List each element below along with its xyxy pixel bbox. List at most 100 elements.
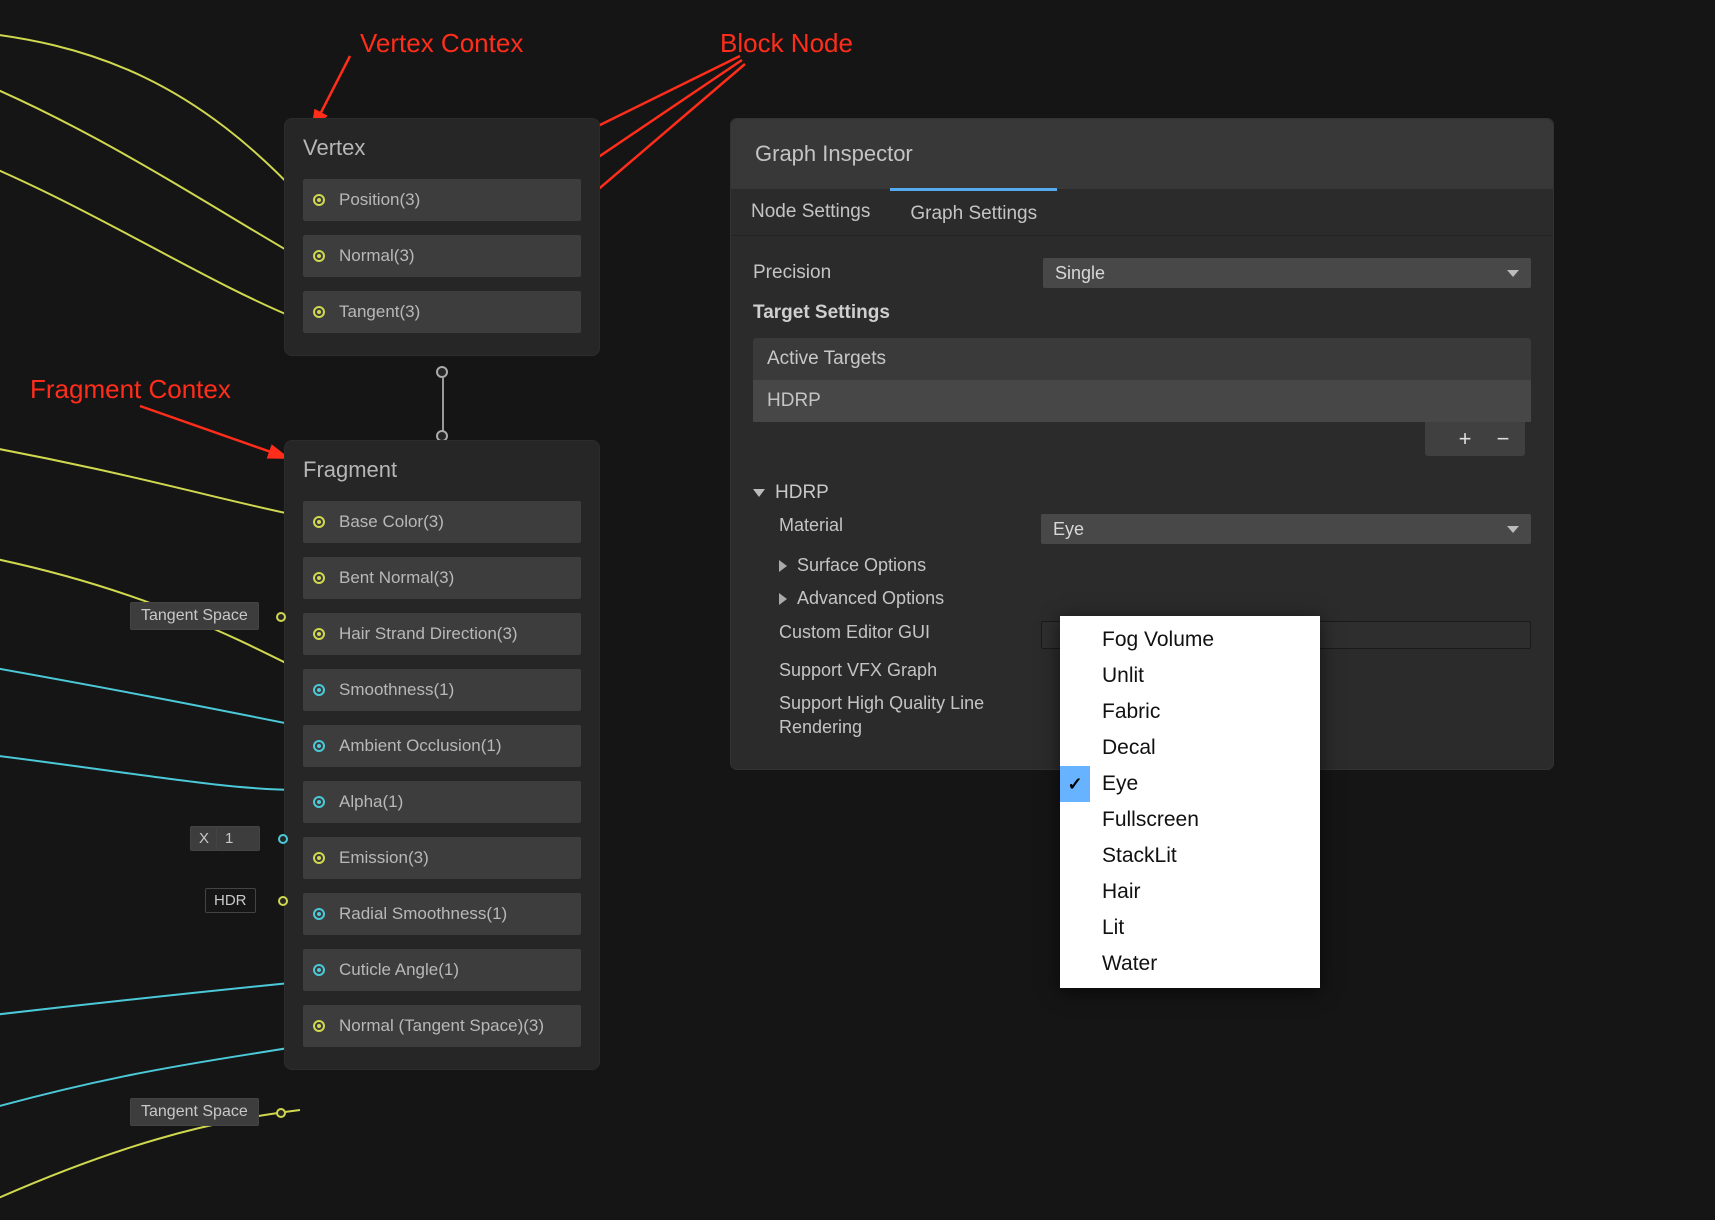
vertex-block-normal[interactable]: Normal(3) (303, 235, 581, 277)
port-icon[interactable] (313, 572, 325, 584)
chip-x: X (190, 826, 218, 851)
chevron-right-icon (779, 593, 787, 605)
support-hqlr-label: Support High Quality Line Rendering (779, 692, 1041, 739)
vertex-context-panel[interactable]: Vertex Position(3) Normal(3) Tangent(3) (284, 118, 600, 356)
fragment-context-title: Fragment (303, 457, 581, 483)
context-connector-dot-top (436, 366, 448, 378)
chip-port[interactable] (276, 1108, 286, 1118)
block-label: Tangent(3) (339, 302, 420, 322)
chip-port[interactable] (276, 612, 286, 622)
port-icon[interactable] (313, 964, 325, 976)
chip-hdr[interactable]: HDR (205, 888, 256, 913)
custom-gui-label: Custom Editor GUI (779, 621, 1041, 644)
material-option-decal[interactable]: Decal (1060, 730, 1320, 766)
material-option-eye[interactable]: Eye (1060, 766, 1320, 802)
material-option-label: Fabric (1102, 700, 1160, 723)
hdrp-section-header[interactable]: HDRP (753, 482, 1531, 504)
port-icon[interactable] (313, 1020, 325, 1032)
fragment-block-hair-strand[interactable]: Hair Strand Direction(3) (303, 613, 581, 655)
material-option-stacklit[interactable]: StackLit (1060, 838, 1320, 874)
port-icon[interactable] (313, 516, 325, 528)
material-option-label: Eye (1102, 772, 1138, 795)
block-label: Normal (Tangent Space)(3) (339, 1016, 544, 1036)
block-label: Position(3) (339, 190, 420, 210)
chevron-down-icon (753, 489, 765, 497)
advanced-options-expander[interactable]: Advanced Options (779, 587, 1041, 610)
material-dropdown-menu[interactable]: Fog Volume Unlit Fabric Decal Eye Fullscreen S… (1060, 616, 1320, 988)
fragment-block-bent-normal[interactable]: Bent Normal(3) (303, 557, 581, 599)
chip-tangent-space-2[interactable]: Tangent Space (130, 1098, 259, 1126)
fragment-block-radial-smoothness[interactable]: Radial Smoothness(1) (303, 893, 581, 935)
inspector-tabs: Node Settings Graph Settings (731, 189, 1553, 236)
fragment-block-smoothness[interactable]: Smoothness(1) (303, 669, 581, 711)
port-icon[interactable] (313, 194, 325, 206)
tab-graph-settings[interactable]: Graph Settings (890, 188, 1057, 235)
material-option-fog-volume[interactable]: Fog Volume (1060, 622, 1320, 658)
material-option-lit[interactable]: Lit (1060, 910, 1320, 946)
port-icon[interactable] (313, 908, 325, 920)
fragment-block-base-color[interactable]: Base Color(3) (303, 501, 581, 543)
material-value: Eye (1053, 519, 1084, 540)
precision-dropdown[interactable]: Single (1043, 258, 1531, 288)
support-vfx-label: Support VFX Graph (779, 659, 1041, 682)
fragment-block-emission[interactable]: Emission(3) (303, 837, 581, 879)
material-option-hair[interactable]: Hair (1060, 874, 1320, 910)
fragment-block-ao[interactable]: Ambient Occlusion(1) (303, 725, 581, 767)
advanced-options-label: Advanced Options (797, 587, 944, 610)
chip-x-value[interactable]: 1 (216, 826, 260, 851)
port-icon[interactable] (313, 740, 325, 752)
port-icon[interactable] (313, 852, 325, 864)
block-label: Hair Strand Direction(3) (339, 624, 518, 644)
material-label: Material (779, 514, 1041, 537)
block-label: Smoothness(1) (339, 680, 454, 700)
surface-options-label: Surface Options (797, 554, 926, 577)
chip-port[interactable] (278, 896, 288, 906)
annotation-vertex-contex: Vertex Contex (360, 28, 523, 59)
tab-node-settings[interactable]: Node Settings (731, 189, 890, 235)
fragment-block-normal-ts[interactable]: Normal (Tangent Space)(3) (303, 1005, 581, 1047)
material-option-label: Fog Volume (1102, 628, 1214, 651)
vertex-context-title: Vertex (303, 135, 581, 161)
fragment-block-alpha[interactable]: Alpha(1) (303, 781, 581, 823)
port-icon[interactable] (313, 250, 325, 262)
port-icon[interactable] (313, 684, 325, 696)
chip-tangent-space-1[interactable]: Tangent Space (130, 602, 259, 630)
fragment-block-cuticle-angle[interactable]: Cuticle Angle(1) (303, 949, 581, 991)
material-option-label: StackLit (1102, 844, 1177, 867)
block-label: Emission(3) (339, 848, 429, 868)
block-label: Ambient Occlusion(1) (339, 736, 502, 756)
material-option-label: Fullscreen (1102, 808, 1199, 831)
material-option-label: Lit (1102, 916, 1124, 939)
material-dropdown[interactable]: Eye (1041, 514, 1531, 544)
port-icon[interactable] (313, 306, 325, 318)
port-icon[interactable] (313, 628, 325, 640)
material-option-fullscreen[interactable]: Fullscreen (1060, 802, 1320, 838)
material-option-unlit[interactable]: Unlit (1060, 658, 1320, 694)
material-option-label: Unlit (1102, 664, 1144, 687)
annotation-block-node: Block Node (720, 28, 853, 59)
active-targets-header: Active Targets (753, 338, 1531, 380)
hdrp-section-label: HDRP (775, 482, 829, 504)
material-option-label: Hair (1102, 880, 1141, 903)
vertex-block-tangent[interactable]: Tangent(3) (303, 291, 581, 333)
graph-inspector-title: Graph Inspector (731, 119, 1553, 189)
surface-options-expander[interactable]: Surface Options (779, 554, 1041, 577)
material-option-water[interactable]: Water (1060, 946, 1320, 982)
annotation-fragment-contex: Fragment Contex (30, 374, 231, 405)
vertex-block-position[interactable]: Position(3) (303, 179, 581, 221)
block-label: Alpha(1) (339, 792, 403, 812)
port-icon[interactable] (313, 796, 325, 808)
material-option-label: Water (1102, 952, 1157, 975)
precision-value: Single (1055, 263, 1105, 284)
fragment-context-panel[interactable]: Fragment Base Color(3) Bent Normal(3) Ha… (284, 440, 600, 1070)
chevron-right-icon (779, 560, 787, 572)
targets-footer: + − (1425, 422, 1525, 456)
target-item-hdrp[interactable]: HDRP (753, 380, 1531, 422)
remove-target-button[interactable]: − (1489, 426, 1517, 452)
chip-port[interactable] (278, 834, 288, 844)
check-icon (1060, 766, 1090, 802)
context-connector-line (442, 378, 444, 434)
material-option-fabric[interactable]: Fabric (1060, 694, 1320, 730)
add-target-button[interactable]: + (1451, 426, 1479, 452)
material-option-label: Decal (1102, 736, 1156, 759)
